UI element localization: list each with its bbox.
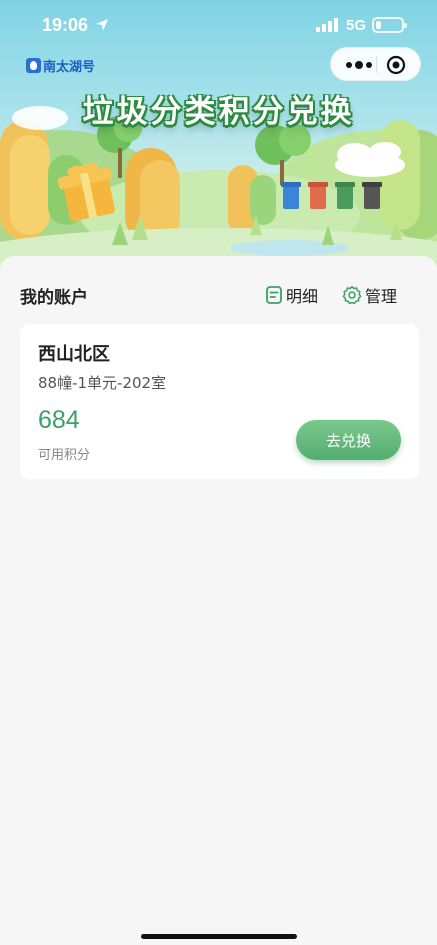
more-dots-icon[interactable] — [343, 56, 375, 74]
network-type: 5G — [346, 17, 367, 34]
points-label: 可用积分 — [38, 448, 91, 463]
battery-icon — [372, 17, 407, 33]
account-card: 西山北区 88幢-1单元-202室 684 可用积分 去兑换 — [20, 324, 419, 479]
logo-icon — [26, 58, 41, 73]
address-text: 88幢-1单元-202室 — [38, 374, 167, 392]
detail-button[interactable]: 明细 — [265, 283, 318, 307]
community-name: 西山北区 — [38, 344, 110, 365]
status-bar: 19:06 5G — [0, 0, 437, 52]
main-content: 我的账户 明细 管理 西山北区 88幢-1单元-202室 684 可用积分 去兑… — [0, 256, 437, 945]
location-arrow-icon — [96, 19, 108, 31]
status-time: 19:06 — [42, 15, 89, 35]
signal-icon — [316, 18, 338, 32]
exchange-button[interactable]: 去兑换 — [296, 420, 401, 460]
points-value: 684 — [38, 406, 80, 434]
app-logo: 南太湖号 — [26, 56, 95, 75]
gear-icon — [342, 286, 362, 305]
hero-banner: 19:06 5G 南太湖号 垃圾分类积分兑换 — [0, 0, 437, 275]
detail-label: 明细 — [286, 287, 319, 306]
manage-label: 管理 — [365, 287, 398, 306]
account-section-header: 我的账户 明细 管理 — [20, 283, 420, 308]
miniprogram-capsule — [330, 47, 421, 81]
document-icon — [266, 286, 282, 304]
capsule-divider — [376, 57, 377, 73]
logo-text: 南太湖号 — [43, 60, 96, 75]
section-title: 我的账户 — [20, 288, 88, 308]
home-indicator[interactable] — [141, 934, 297, 939]
manage-button[interactable]: 管理 — [342, 283, 397, 307]
banner-title: 垃圾分类积分兑换 — [82, 94, 355, 130]
target-close-icon[interactable] — [386, 55, 406, 75]
